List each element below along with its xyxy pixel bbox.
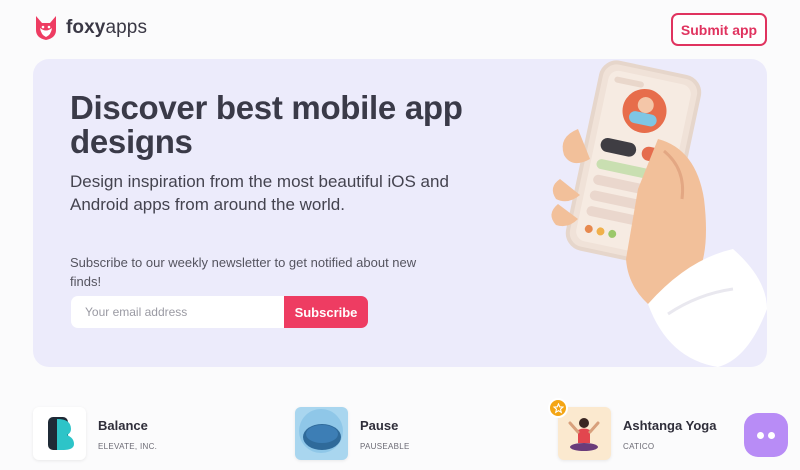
hero-title: Discover best mobile app designs: [70, 89, 463, 160]
email-input[interactable]: [71, 296, 285, 328]
balance-logo-icon: [33, 407, 86, 460]
app-name: Balance: [98, 418, 148, 433]
app-card-ashtanga-yoga[interactable]: Ashtanga Yoga CATICO: [558, 407, 716, 463]
subscribe-button[interactable]: Subscribe: [284, 296, 368, 328]
chat-dot-icon: [757, 431, 764, 439]
hero-banner: Discover best mobile app designs Design …: [33, 59, 767, 367]
fox-logo-icon: [36, 16, 56, 40]
chat-dot-icon: [768, 431, 775, 439]
chat-widget-button[interactable]: [744, 413, 788, 457]
app-company: PAUSEABLE: [360, 442, 410, 451]
app-name: Ashtanga Yoga: [623, 418, 717, 433]
hand-holding-phone-illustration: [551, 60, 767, 367]
newsletter-description: Subscribe to our weekly newsletter to ge…: [70, 255, 417, 289]
app-company: CATICO: [623, 442, 655, 451]
app-company: ELEVATE, INC.: [98, 442, 158, 451]
yoga-figure-icon: [558, 407, 611, 460]
app-card-balance[interactable]: Balance ELEVATE, INC.: [33, 407, 157, 463]
pause-logo-icon: [295, 407, 348, 460]
site-header: foxyapps Submit app: [0, 0, 800, 58]
brand-name: foxyapps: [66, 17, 148, 38]
app-name: Pause: [360, 418, 399, 433]
submit-app-button[interactable]: Submit app: [671, 13, 767, 46]
hero-subtitle: Design inspiration from the most beautif…: [70, 172, 449, 214]
app-card-pause[interactable]: Pause PAUSEABLE: [295, 407, 410, 463]
brand-logo[interactable]: foxyapps: [34, 14, 147, 42]
featured-star-icon: [548, 398, 568, 418]
